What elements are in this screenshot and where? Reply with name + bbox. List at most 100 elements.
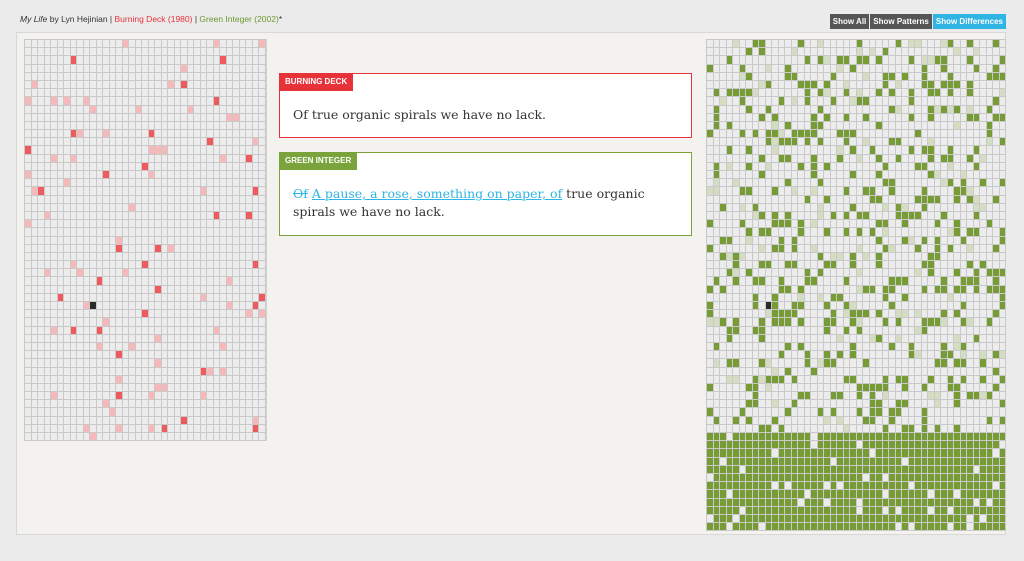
sentence-cell[interactable] [999, 416, 1006, 425]
sentence-cell[interactable] [999, 473, 1006, 483]
sentence-cell[interactable] [259, 130, 266, 139]
sentence-cell[interactable] [259, 211, 266, 221]
sentence-cell[interactable] [259, 367, 266, 376]
sentence-cell[interactable] [259, 252, 266, 262]
sentence-cell[interactable] [999, 523, 1006, 532]
sentence-cell[interactable] [999, 342, 1006, 352]
sentence-cell[interactable] [259, 302, 266, 311]
edition-green-integer-link[interactable]: Green Integer (2002) [199, 14, 278, 24]
sentence-cell[interactable] [259, 97, 266, 106]
sentence-cell[interactable] [999, 252, 1006, 262]
sentence-cell[interactable] [999, 490, 1006, 499]
sentence-cell[interactable] [999, 195, 1006, 204]
sentence-cell[interactable] [999, 113, 1006, 122]
sentence-cell[interactable] [259, 195, 266, 204]
sentence-cell[interactable] [259, 236, 266, 245]
sentence-cell[interactable] [259, 40, 266, 49]
sentence-cell[interactable] [999, 236, 1006, 245]
sentence-cell[interactable] [259, 433, 266, 442]
sentence-cell[interactable] [999, 89, 1006, 98]
sentence-cell[interactable] [259, 392, 266, 401]
sentence-cell[interactable] [999, 506, 1006, 515]
sentence-cell[interactable] [999, 293, 1006, 302]
sentence-cell[interactable] [259, 121, 266, 131]
sentence-cell[interactable] [999, 203, 1006, 212]
sentence-cell[interactable] [999, 154, 1006, 163]
sentence-cell[interactable] [259, 375, 266, 384]
sentence-cell[interactable] [999, 302, 1006, 311]
sentence-cell[interactable] [999, 383, 1006, 393]
sentence-cell[interactable] [999, 441, 1006, 450]
sentence-cell[interactable] [259, 293, 266, 302]
sentence-cell[interactable] [999, 179, 1006, 188]
sentence-cell[interactable] [999, 187, 1006, 196]
sentence-cell[interactable] [259, 146, 266, 155]
sentence-cell[interactable] [259, 171, 266, 180]
sentence-cell[interactable] [259, 244, 266, 253]
sentence-cell[interactable] [999, 433, 1006, 442]
sentence-cell[interactable] [999, 40, 1006, 49]
sentence-cell[interactable] [999, 367, 1006, 376]
sentence-cell[interactable] [259, 162, 266, 171]
sentence-cell[interactable] [259, 285, 266, 294]
sentence-cell[interactable] [259, 334, 266, 343]
sentence-cell[interactable] [999, 138, 1006, 147]
sentence-cell[interactable] [999, 351, 1006, 360]
sentence-cell[interactable] [259, 269, 266, 278]
sentence-cell[interactable] [259, 416, 266, 425]
sentence-cell[interactable] [999, 498, 1006, 507]
sentence-cell[interactable] [259, 179, 266, 188]
sentence-cell[interactable] [999, 48, 1006, 57]
sentence-cell[interactable] [259, 261, 266, 270]
sentence-cell[interactable] [259, 203, 266, 212]
show-differences-button[interactable]: Show Differences [932, 14, 1006, 29]
sentence-cell[interactable] [999, 375, 1006, 384]
sentence-cell[interactable] [259, 277, 266, 286]
show-all-button[interactable]: Show All [829, 14, 870, 29]
sentence-cell[interactable] [999, 64, 1006, 73]
sentence-cell[interactable] [999, 220, 1006, 229]
sentence-cell[interactable] [999, 269, 1006, 278]
sentence-cell[interactable] [999, 121, 1006, 131]
sentence-cell[interactable] [259, 318, 266, 327]
sentence-cell[interactable] [999, 285, 1006, 294]
edition-burning-deck-link[interactable]: Burning Deck (1980) [115, 14, 193, 24]
sentence-cell[interactable] [999, 359, 1006, 368]
sentence-cell[interactable] [999, 457, 1006, 466]
show-patterns-button[interactable]: Show Patterns [870, 14, 932, 29]
sentence-cell[interactable] [999, 326, 1006, 335]
sentence-cell[interactable] [999, 334, 1006, 343]
sentence-cell[interactable] [259, 113, 266, 122]
sentence-cell[interactable] [999, 171, 1006, 180]
sentence-cell[interactable] [999, 449, 1006, 458]
sentence-cell[interactable] [259, 105, 266, 114]
sentence-cell[interactable] [999, 408, 1006, 417]
sentence-cell[interactable] [999, 261, 1006, 270]
sentence-cell[interactable] [999, 130, 1006, 139]
sentence-cell[interactable] [999, 228, 1006, 237]
sentence-cell[interactable] [999, 318, 1006, 327]
sentence-cell[interactable] [259, 424, 266, 433]
sentence-cell[interactable] [999, 310, 1006, 319]
sentence-cell[interactable] [999, 162, 1006, 171]
sentence-cell[interactable] [259, 228, 266, 237]
sentence-cell[interactable] [259, 408, 266, 417]
sentence-cell[interactable] [999, 105, 1006, 114]
sentence-cell[interactable] [999, 56, 1006, 65]
sentence-cell[interactable] [259, 80, 266, 90]
sentence-cell[interactable] [999, 482, 1006, 491]
sentence-cell[interactable] [259, 56, 266, 65]
sentence-cell[interactable] [259, 48, 266, 57]
sentence-cell[interactable] [999, 72, 1006, 81]
sentence-cell[interactable] [259, 310, 266, 319]
sentence-cell[interactable] [999, 514, 1006, 524]
sentence-cell[interactable] [999, 211, 1006, 221]
sentence-cell[interactable] [259, 383, 266, 393]
sentence-cell[interactable] [259, 187, 266, 196]
sentence-cell[interactable] [999, 80, 1006, 90]
sentence-cell[interactable] [259, 342, 266, 352]
sentence-cell[interactable] [259, 220, 266, 229]
sentence-cell[interactable] [259, 64, 266, 73]
sentence-cell[interactable] [999, 277, 1006, 286]
sentence-cell[interactable] [999, 465, 1006, 474]
